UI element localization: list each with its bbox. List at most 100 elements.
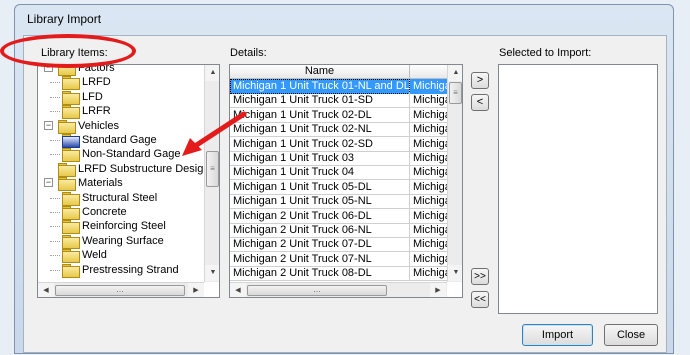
column-header-name[interactable]: Name (230, 65, 410, 79)
cell-owner: Michigan (410, 165, 447, 180)
folder-icon (62, 263, 80, 278)
collapse-icon[interactable]: − (44, 120, 53, 130)
close-button[interactable]: Close (604, 324, 658, 346)
tree-connector (50, 197, 60, 199)
cell-name: Michigan 1 Unit Truck 02-SD (230, 136, 410, 152)
cell-owner: Michigan (410, 266, 447, 281)
cell-owner: Michigan (410, 252, 447, 267)
add-all-button[interactable]: >> (471, 268, 489, 285)
table-row[interactable]: Michigan 1 Unit Truck 01-NL and DL Michig… (230, 79, 447, 94)
grid-vertical-scrollbar[interactable]: ▲ ≡ ▼ (447, 65, 462, 282)
cell-name: Michigan 2 Unit Truck 08-DL (230, 266, 410, 282)
cell-name: Michigan 1 Unit Truck 05-DL (230, 179, 410, 195)
details-label: Details: (230, 47, 267, 59)
table-row[interactable]: Michigan 1 Unit Truck 02-DLMichigan (230, 107, 447, 123)
tree-connector (50, 96, 60, 98)
folder-icon (62, 191, 80, 206)
folder-icon (58, 177, 76, 192)
window-title: Library Import (27, 12, 102, 26)
table-row[interactable]: Michigan 2 Unit Truck 06-NLMichigan (230, 223, 447, 238)
tree-connector (50, 140, 60, 141)
cell-owner: Michigan (410, 180, 447, 195)
cell-owner: Michigan (410, 223, 447, 238)
folder-icon (62, 220, 80, 235)
collapse-icon[interactable]: − (44, 178, 53, 188)
table-row[interactable]: Michigan 1 Unit Truck 05-NLMichigan (230, 194, 447, 210)
remove-selected-button[interactable]: < (471, 94, 489, 111)
table-row[interactable]: Michigan 2 Unit Truck 07-NLMichigan (230, 251, 447, 267)
folder-icon (62, 105, 80, 120)
cell-name: Michigan 2 Unit Truck 07-NL (230, 251, 410, 267)
cell-name: Michigan 1 Unit Truck 01-NL and DL (230, 79, 410, 94)
scroll-left-icon[interactable]: ◀ (38, 283, 54, 297)
cell-name: Michigan 1 Unit Truck 03 (230, 151, 410, 166)
grid-body: Name Michigan 1 Unit Truck 01-NL and DL M… (230, 65, 447, 282)
cell-owner: Michigan (410, 209, 447, 224)
folder-icon (62, 148, 80, 163)
tree-hscroll-thumb[interactable]: ... (55, 285, 185, 296)
tree-vertical-scrollbar[interactable]: ▲ ≡ ▼ (204, 65, 219, 282)
tree-connector (50, 240, 60, 242)
tree-connector (50, 255, 60, 257)
grid-horizontal-scrollbar[interactable]: ◀ ... ▶ (230, 282, 447, 297)
table-row[interactable]: Michigan 1 Unit Truck 05-DLMichigan (230, 179, 447, 195)
selected-to-import-label: Selected to Import: (499, 47, 592, 59)
cell-name: Michigan 1 Unit Truck 01-SD (230, 93, 410, 109)
details-grid[interactable]: Name Michigan 1 Unit Truck 01-NL and DL M… (229, 64, 463, 298)
table-row[interactable]: Michigan 2 Unit Truck 06-DLMichigan (230, 208, 447, 224)
table-row[interactable]: Michigan 1 Unit Truck 02-NLMichigan (230, 122, 447, 138)
scroll-down-icon[interactable]: ▼ (448, 265, 462, 281)
folder-icon (62, 249, 80, 264)
table-row[interactable]: Michigan 1 Unit Truck 02-SDMichigan (230, 136, 447, 152)
tree-body: − Factors LRFD LFD LRFR − Vehicles Standard Gag… (38, 65, 204, 282)
tree-connector (50, 154, 60, 156)
cell-owner: Michigan (410, 122, 447, 137)
selected-to-import-list[interactable] (498, 64, 658, 314)
tree-connector (50, 226, 60, 228)
add-selected-button[interactable]: > (471, 72, 489, 89)
import-button[interactable]: Import (522, 324, 593, 346)
grid-hscroll-thumb[interactable]: ... (247, 285, 387, 296)
annotation-arrow-icon (182, 111, 247, 156)
cell-name: Michigan 1 Unit Truck 02-NL (230, 122, 410, 138)
cell-name: Michigan 2 Unit Truck 06-DL (230, 208, 410, 224)
library-items-tree[interactable]: − Factors LRFD LFD LRFR − Vehicles Standard Gag… (37, 64, 220, 298)
scroll-up-icon[interactable]: ▲ (205, 65, 219, 81)
open-folder-icon (62, 134, 80, 148)
cell-name: Michigan 2 Unit Truck 07-DL (230, 237, 410, 253)
cell-owner: Michigan (410, 151, 447, 166)
scroll-down-icon[interactable]: ▼ (205, 265, 219, 281)
tree-connector (50, 212, 60, 213)
cell-owner: Michigan (410, 79, 447, 94)
table-row[interactable]: Michigan 1 Unit Truck 03Michigan (230, 151, 447, 166)
table-row[interactable]: Michigan 2 Unit Truck 07-DLMichigan (230, 237, 447, 253)
cell-owner: Michigan (410, 237, 447, 252)
column-header-2[interactable] (410, 65, 447, 79)
folder-icon (62, 206, 80, 220)
table-row[interactable]: Michigan 1 Unit Truck 04Michigan (230, 165, 447, 181)
tree-horizontal-scrollbar[interactable]: ◀ ... ▶ (38, 282, 204, 297)
tree-node[interactable]: Prestressing Strand (38, 262, 204, 278)
folder-icon (62, 90, 80, 105)
tree-node-label: Prestressing Strand (82, 263, 179, 276)
scroll-up-icon[interactable]: ▲ (448, 65, 462, 81)
table-row[interactable]: Michigan 1 Unit Truck 01-SDMichigan (230, 93, 447, 109)
scroll-left-icon[interactable]: ◀ (230, 283, 246, 297)
cell-owner: Michigan (410, 194, 447, 209)
scroll-right-icon[interactable]: ▶ (188, 283, 204, 297)
cell-owner: Michigan (410, 93, 447, 108)
grid-scroll-thumb[interactable]: ≡ (449, 82, 462, 104)
folder-icon (62, 234, 80, 249)
tree-connector (50, 111, 60, 113)
remove-all-button[interactable]: << (471, 291, 489, 308)
scroll-right-icon[interactable]: ▶ (430, 283, 446, 297)
table-row[interactable]: Michigan 2 Unit Truck 08-DLMichigan (230, 266, 447, 282)
folder-icon (62, 76, 80, 91)
cell-name: Michigan 2 Unit Truck 06-NL (230, 223, 410, 238)
cell-owner: Michigan (410, 108, 447, 123)
tree-connector (50, 269, 60, 271)
folder-icon (58, 162, 76, 177)
dialog-client-area: Library Items: Details: Selected to Impo… (23, 35, 667, 353)
cell-name: Michigan 1 Unit Truck 04 (230, 165, 410, 181)
tree-connector (50, 82, 60, 84)
